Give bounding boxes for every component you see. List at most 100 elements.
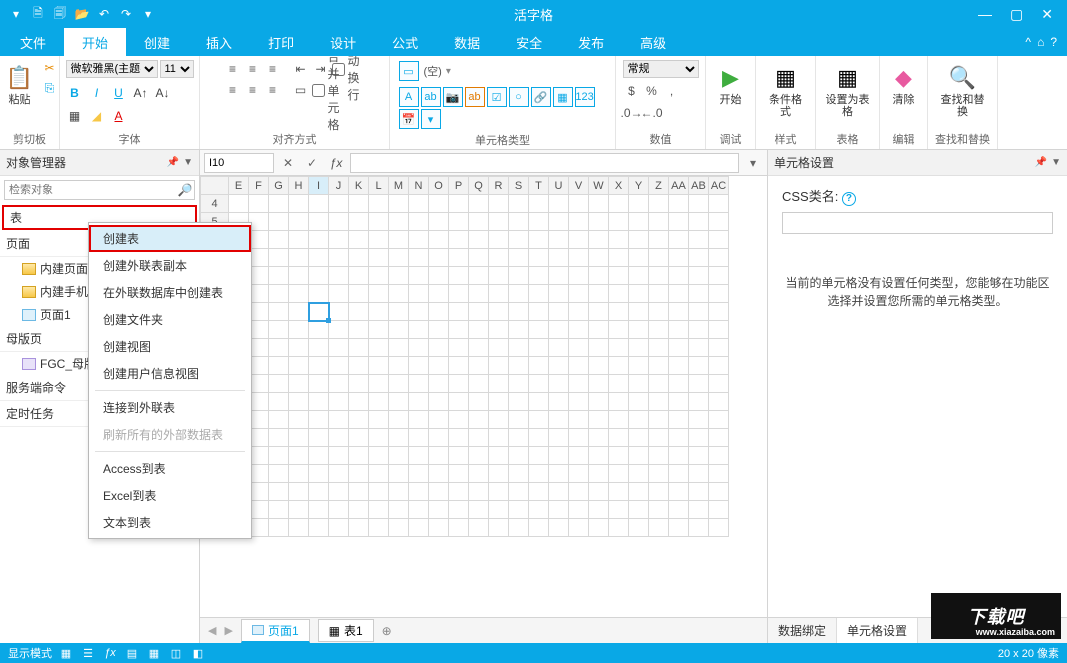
tab-security[interactable]: 安全 <box>498 28 560 56</box>
qat-open-icon[interactable]: 📂 <box>74 6 90 22</box>
start-icon[interactable]: ▶ <box>715 62 747 94</box>
spreadsheet-grid[interactable]: EFGHIJKLMNOPQRSTUVWXYZAAABAC456789101112… <box>200 176 729 537</box>
ct-2-icon[interactable]: ab <box>421 87 441 107</box>
name-box[interactable]: I10 <box>204 153 274 173</box>
fill-color-icon[interactable]: ◢ <box>88 108 106 124</box>
ct-5-icon[interactable]: ☑ <box>487 87 507 107</box>
tab-file[interactable]: 文件 <box>2 28 64 56</box>
panel-dropdown-icon[interactable]: ▼ <box>183 157 193 168</box>
find-icon[interactable]: 🔍 <box>947 62 979 94</box>
align-bottom-icon[interactable]: ≡ <box>264 60 282 78</box>
context-menu-item[interactable]: 创建文件夹 <box>89 306 251 333</box>
align-top-icon[interactable]: ≡ <box>224 60 242 78</box>
search-input[interactable] <box>5 184 176 196</box>
underline-icon[interactable]: U <box>110 85 128 101</box>
ct-6-icon[interactable]: ○ <box>509 87 529 107</box>
sb-icon-6[interactable]: ◫ <box>168 646 184 660</box>
fx-icon[interactable]: ƒx <box>326 153 346 173</box>
shrink-font-icon[interactable]: A↓ <box>154 85 172 101</box>
context-menu-item[interactable]: 文本到表 <box>89 509 251 536</box>
ct-4-icon[interactable]: ab <box>465 87 485 107</box>
sb-icon-5[interactable]: ▦ <box>146 646 162 660</box>
ct-3-icon[interactable]: 📷 <box>443 87 463 107</box>
search-icon[interactable]: 🔎 <box>176 183 194 197</box>
tab-publish[interactable]: 发布 <box>560 28 622 56</box>
celltype-empty-icon[interactable]: ▭ <box>399 61 419 81</box>
context-menu-item[interactable]: Access到表 <box>89 455 251 482</box>
font-size-select[interactable]: 11 <box>160 60 194 78</box>
formula-input[interactable] <box>350 153 739 173</box>
pin-icon[interactable]: 📌 <box>167 157 179 168</box>
cut-icon[interactable]: ✂ <box>42 60 58 76</box>
tab-insert[interactable]: 插入 <box>188 28 250 56</box>
sheet-tab-page1[interactable]: 页面1 <box>241 619 310 643</box>
tab-advanced[interactable]: 高级 <box>622 28 684 56</box>
qat-saveall-icon[interactable]: 🗐 <box>52 6 68 22</box>
font-color-icon[interactable]: A <box>110 108 128 124</box>
bold-icon[interactable]: B <box>66 85 84 101</box>
merge-icon[interactable]: ▭ <box>292 81 310 99</box>
rp-tab-databind[interactable]: 数据绑定 <box>768 618 837 643</box>
qat-new-icon[interactable]: ▾ <box>8 6 24 22</box>
sb-icon-3[interactable]: ƒx <box>102 646 118 660</box>
dec-decimal-icon[interactable]: ←.0 <box>643 104 661 122</box>
settable-icon[interactable]: ▦ <box>832 62 864 94</box>
ribbon-collapse-icon[interactable]: ^ <box>1025 35 1031 49</box>
sb-icon-2[interactable]: ☰ <box>80 646 96 660</box>
ct-9-icon[interactable]: 123 <box>575 87 595 107</box>
help-icon[interactable]: ? <box>842 192 856 206</box>
sheet-tab-table1[interactable]: ▦表1 <box>318 619 374 642</box>
qat-redo-icon[interactable]: ↷ <box>118 6 134 22</box>
accept-formula-icon[interactable]: ✓ <box>302 153 322 173</box>
sheet-add-icon[interactable]: ⊕ <box>382 624 392 638</box>
home-icon[interactable]: ⌂ <box>1037 35 1044 49</box>
sb-icon-7[interactable]: ◧ <box>190 646 206 660</box>
context-menu-item[interactable]: Excel到表 <box>89 482 251 509</box>
context-menu-item[interactable]: 连接到外联表 <box>89 394 251 421</box>
tab-print[interactable]: 打印 <box>250 28 312 56</box>
context-menu-item[interactable]: 在外联数据库中创建表 <box>89 279 251 306</box>
inc-decimal-icon[interactable]: .0→ <box>623 104 641 122</box>
tab-design[interactable]: 设计 <box>312 28 374 56</box>
grow-font-icon[interactable]: A↑ <box>132 85 150 101</box>
paste-icon[interactable]: 📋 <box>4 62 36 94</box>
tab-start[interactable]: 开始 <box>64 28 126 56</box>
context-menu-item[interactable]: 创建用户信息视图 <box>89 360 251 387</box>
help-icon[interactable]: ? <box>1050 35 1057 49</box>
close-icon[interactable]: ✕ <box>1041 6 1053 23</box>
ct-1-icon[interactable]: A <box>399 87 419 107</box>
context-menu-item[interactable]: 创建外联表副本 <box>89 252 251 279</box>
ct-10-icon[interactable]: 📅 <box>399 109 419 129</box>
copy-icon[interactable]: ⎘ <box>42 80 58 96</box>
tab-formula[interactable]: 公式 <box>374 28 436 56</box>
qat-undo-icon[interactable]: ↶ <box>96 6 112 22</box>
sheet-prev-icon[interactable]: ◀ <box>208 624 216 637</box>
context-menu-item[interactable]: 创建视图 <box>89 333 251 360</box>
maximize-icon[interactable]: ▢ <box>1010 6 1023 23</box>
sheet-next-icon[interactable]: ▶ <box>224 624 232 637</box>
sb-icon-4[interactable]: ▤ <box>124 646 140 660</box>
formula-expand-icon[interactable]: ▾ <box>743 153 763 173</box>
tab-create[interactable]: 创建 <box>126 28 188 56</box>
css-class-input[interactable] <box>782 212 1053 234</box>
qat-more-icon[interactable]: ▾ <box>140 6 156 22</box>
align-right-icon[interactable]: ≡ <box>264 81 282 99</box>
panel-dropdown-icon[interactable]: ▼ <box>1051 157 1061 168</box>
rp-tab-cellsettings[interactable]: 单元格设置 <box>837 618 918 643</box>
comma-icon[interactable]: , <box>663 82 681 100</box>
clear-icon[interactable]: ◆ <box>888 62 920 94</box>
minimize-icon[interactable]: — <box>978 6 992 23</box>
context-menu-item[interactable]: 创建表 <box>89 225 251 252</box>
sb-icon-1[interactable]: ▦ <box>58 646 74 660</box>
pin-icon[interactable]: 📌 <box>1035 157 1047 168</box>
percent-icon[interactable]: % <box>643 82 661 100</box>
font-family-select[interactable]: 微软雅黑(主题字 <box>66 60 158 78</box>
italic-icon[interactable]: I <box>88 85 106 101</box>
ct-more-icon[interactable]: ▾ <box>421 109 441 129</box>
number-format-select[interactable]: 常规 <box>623 60 699 78</box>
align-center-icon[interactable]: ≡ <box>244 81 262 99</box>
condfmt-icon[interactable]: ▦ <box>770 62 802 94</box>
border-icon[interactable]: ▦ <box>66 108 84 124</box>
tab-data[interactable]: 数据 <box>436 28 498 56</box>
celltype-dropdown-icon[interactable]: ▾ <box>446 66 451 77</box>
